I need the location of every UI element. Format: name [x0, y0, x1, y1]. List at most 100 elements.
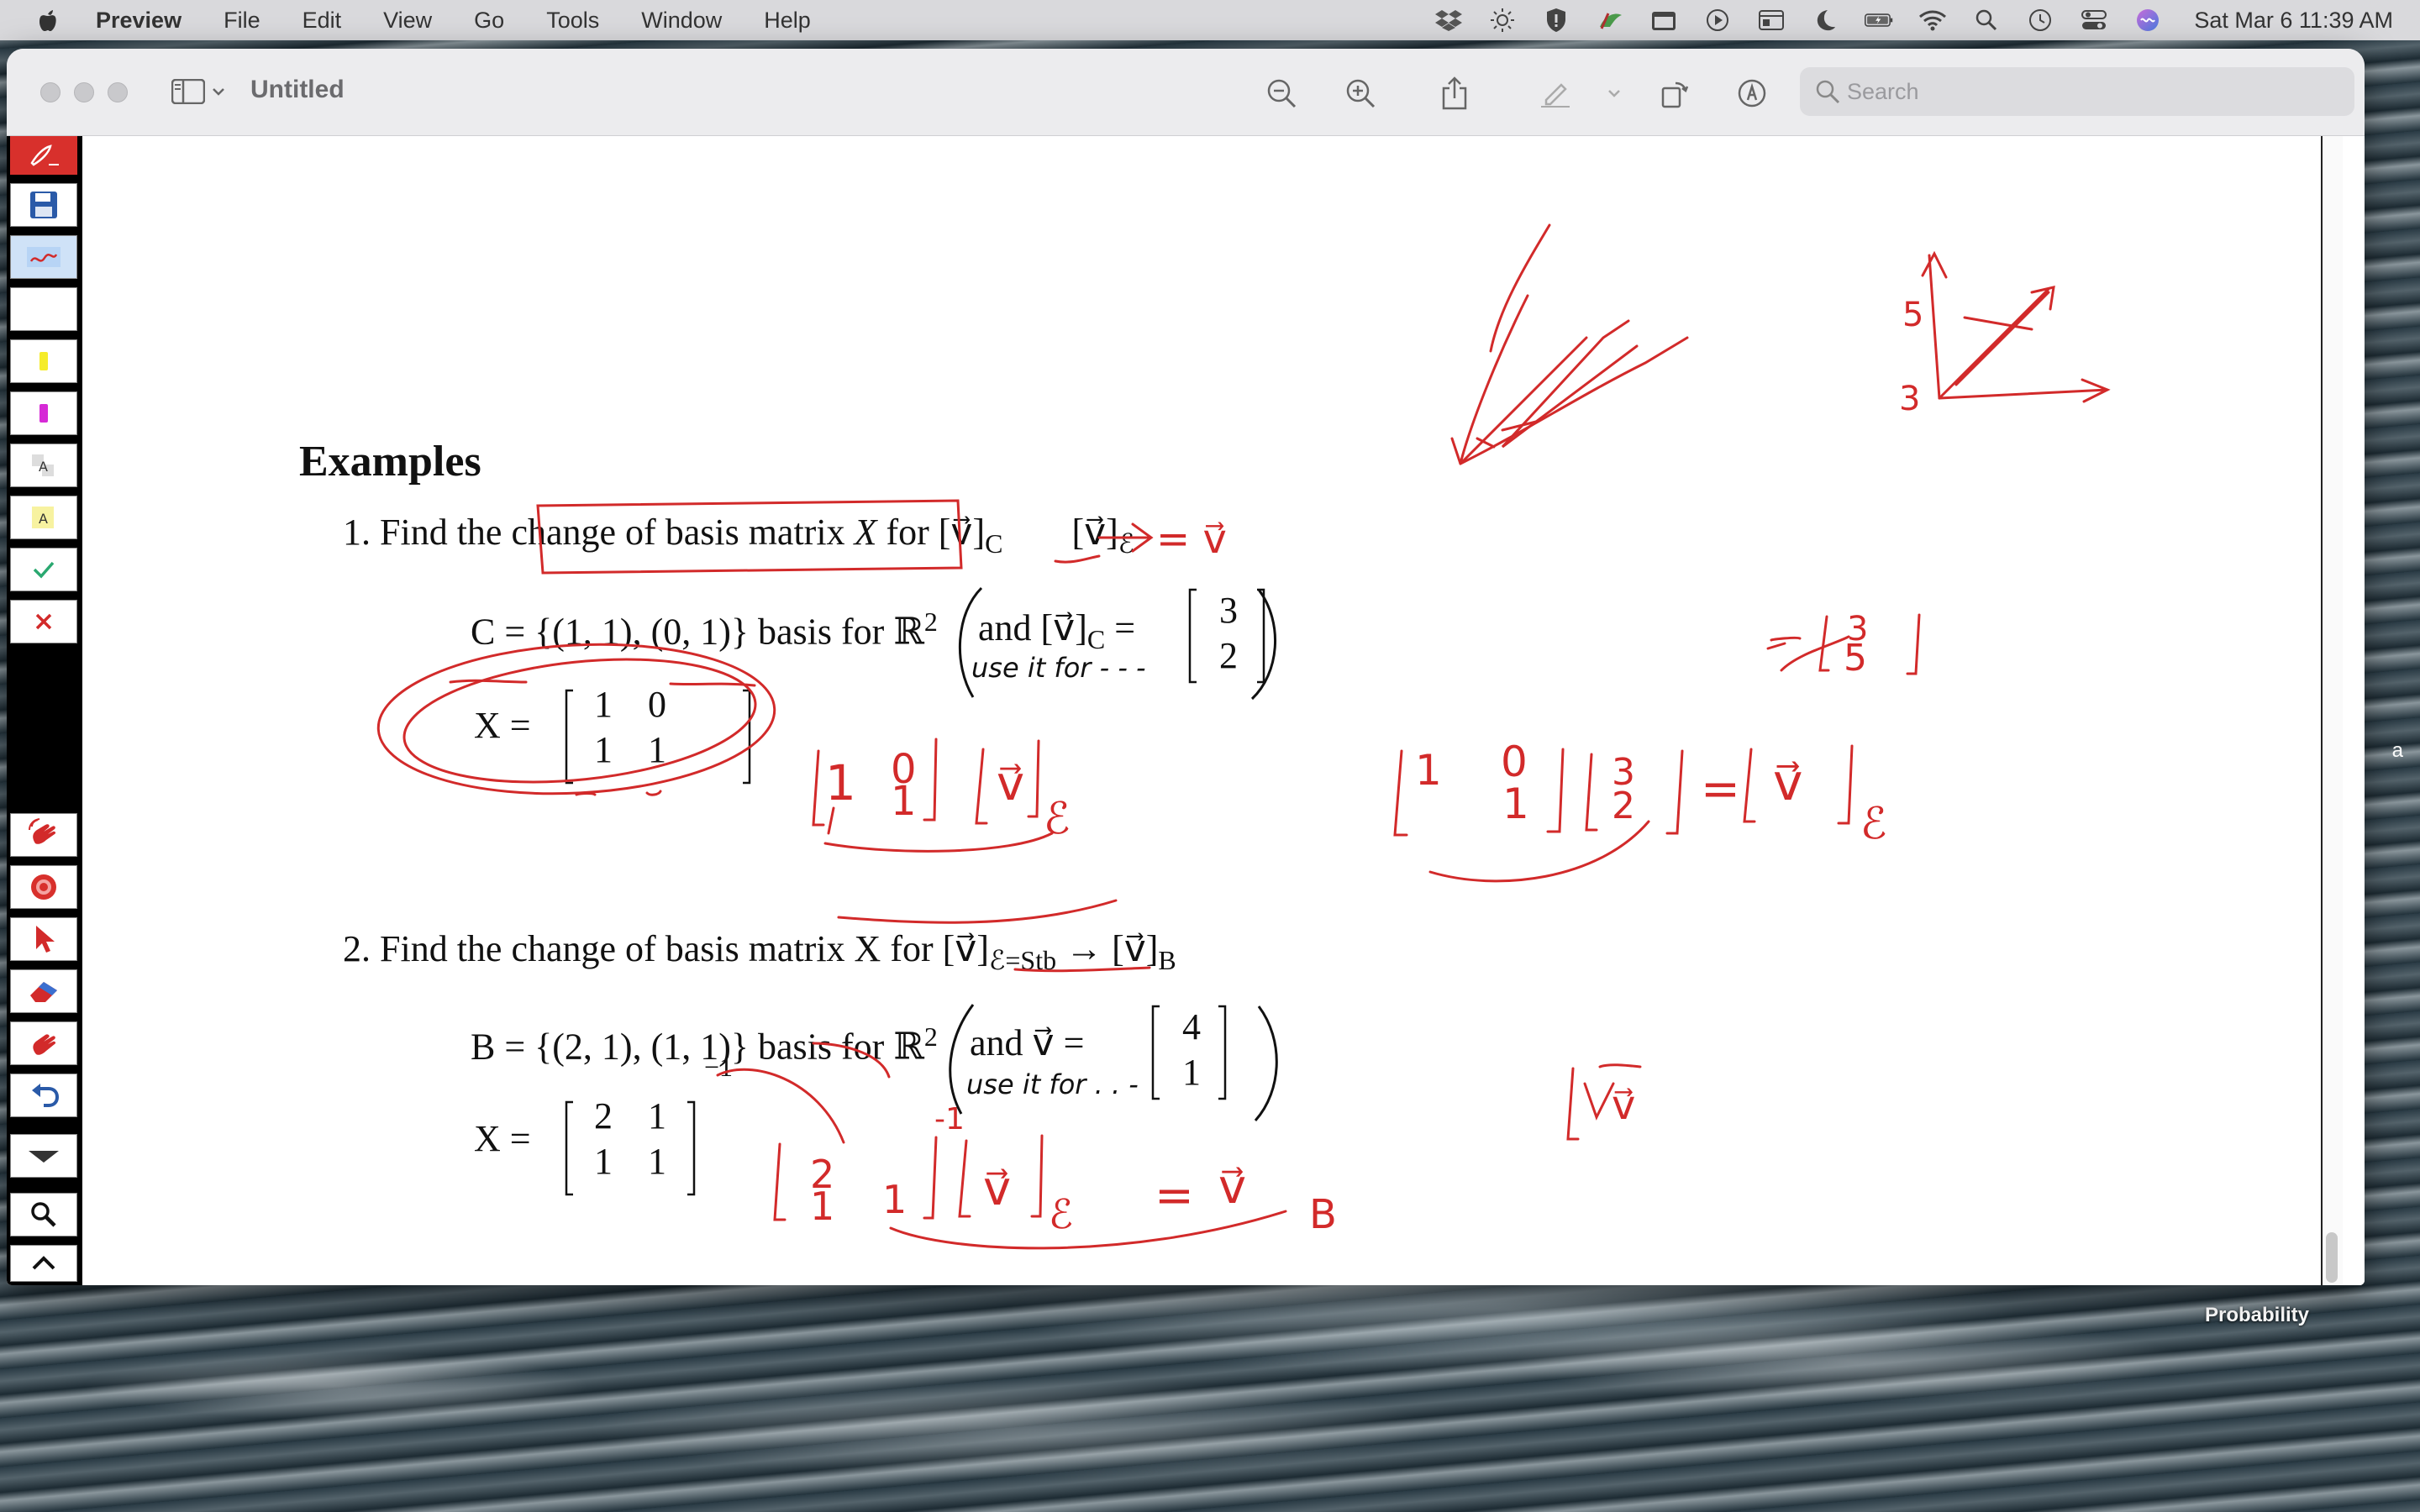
- hw-col-top: 3: [1847, 610, 1868, 648]
- svg-text:A: A: [39, 511, 48, 527]
- hw-v: v⃗: [997, 757, 1024, 811]
- problem-1-text: Find the: [380, 512, 502, 553]
- hand-icon[interactable]: [10, 1021, 77, 1065]
- zoom-in-icon[interactable]: [1341, 74, 1380, 113]
- problem-1-matrix: 10 11: [576, 682, 684, 773]
- minimize-window-button[interactable]: [74, 82, 94, 102]
- hw-matrix-entry: 2: [810, 1152, 834, 1197]
- moon-icon[interactable]: [1811, 8, 1839, 32]
- yellow-highlighter-icon[interactable]: [10, 339, 77, 383]
- menubar-clock[interactable]: Sat Mar 6 11:39 AM: [2194, 8, 2393, 34]
- app-status-icon[interactable]: [1596, 8, 1624, 32]
- magenta-highlighter-icon[interactable]: [10, 391, 77, 435]
- hw-matrix-entry: 1: [825, 754, 856, 811]
- shield-icon[interactable]: [1542, 8, 1570, 32]
- menu-edit[interactable]: Edit: [302, 8, 342, 34]
- status-area: Sat Mar 6 11:39 AM: [1434, 0, 2393, 40]
- hw-inverse: -1: [934, 1102, 965, 1137]
- magnifier-icon[interactable]: [10, 1193, 77, 1236]
- window-titlebar: Untitled: [7, 49, 2365, 136]
- checkmark-icon[interactable]: [10, 548, 77, 591]
- desktop-folder-label[interactable]: Probability: [2205, 1304, 2309, 1327]
- hw-sub-b: B: [1309, 1191, 1337, 1238]
- play-icon[interactable]: [1703, 8, 1732, 32]
- spotlight-search-icon[interactable]: [1972, 8, 2001, 32]
- dropbox-icon[interactable]: [1434, 8, 1463, 32]
- battery-icon[interactable]: [1865, 8, 1893, 32]
- problem-1-basis-text: C = {(1, 1), (0, 1)} basis for ℝ: [471, 611, 924, 653]
- matrix-entry: 0: [648, 684, 666, 725]
- zoom-window-button[interactable]: [108, 82, 128, 102]
- problem-1-vector-entry: 2: [1219, 635, 1238, 676]
- eraser-icon[interactable]: [10, 969, 77, 1013]
- problem-2-number: 2.: [343, 928, 371, 969]
- cursor-pointer-icon[interactable]: [10, 917, 77, 961]
- problem-2-vector-entry: 4: [1182, 1006, 1201, 1047]
- apple-menu-icon[interactable]: [34, 6, 62, 34]
- hand-wave-icon[interactable]: [10, 813, 77, 857]
- problem-1-basis: C = {(1, 1), (0, 1)} basis for ℝ2: [471, 606, 938, 654]
- matrix-entry: 1: [594, 729, 613, 770]
- freehand-pen-icon[interactable]: [10, 235, 77, 279]
- cross-mark-icon[interactable]: [10, 600, 77, 643]
- control-center-icon[interactable]: [2080, 8, 2108, 32]
- preview-window: Untitled Search A A Examples 1. Find the…: [7, 49, 2365, 1285]
- zoom-out-icon[interactable]: [1262, 74, 1301, 113]
- hw-matrix-entry: 0: [1501, 738, 1528, 786]
- rotate-icon[interactable]: [1655, 74, 1694, 113]
- hw-axis-tick-5: 5: [1902, 296, 1923, 334]
- problem-2-to-subscript: B: [1158, 944, 1176, 975]
- pen-tool-icon[interactable]: [10, 136, 77, 175]
- menu-help[interactable]: Help: [764, 8, 811, 34]
- sidebar-icon: [171, 79, 205, 104]
- problem-1-given-subscript: C: [1086, 623, 1106, 654]
- matrix-entry: 1: [594, 1141, 613, 1182]
- menu-tools[interactable]: Tools: [546, 8, 599, 34]
- problem-1: 1. Find the change of basis matrix X for…: [343, 511, 1134, 559]
- hw-note-2: use it for . . -: [966, 1068, 1139, 1100]
- share-icon[interactable]: [1435, 74, 1474, 113]
- collapse-down-icon[interactable]: [10, 1134, 77, 1178]
- scrollbar-thumb[interactable]: [2326, 1232, 2338, 1283]
- menu-bar: Preview File Edit View Go Tools Window H…: [0, 0, 2420, 40]
- desktop-edge-text: a: [2391, 739, 2403, 762]
- sidebar-toggle-button[interactable]: [171, 79, 225, 104]
- hw-col-bottom: 5: [1844, 637, 1867, 680]
- matrix-entry: 1: [648, 729, 666, 770]
- document-page: Examples 1. Find the change of basis mat…: [82, 136, 2343, 1285]
- hw-sub-e: ℰ: [1049, 1191, 1073, 1238]
- markup-icon[interactable]: [1733, 74, 1771, 113]
- problem-1-boxed-phrase: change of basis matrix: [511, 512, 845, 553]
- menu-app-preview[interactable]: Preview: [96, 8, 182, 34]
- wifi-icon[interactable]: [1918, 8, 1947, 32]
- hw-matrix-entry: 1: [810, 1184, 834, 1229]
- calendar-icon[interactable]: [1649, 8, 1678, 32]
- problem-2-from-subscript: ℰ=Stb: [988, 944, 1057, 975]
- menu-file[interactable]: File: [224, 8, 260, 34]
- hw-matrix-entry: 0: [891, 746, 917, 793]
- text-box-icon[interactable]: A: [10, 444, 77, 487]
- time-machine-icon[interactable]: [2026, 8, 2054, 32]
- blank-tool-slot[interactable]: [10, 287, 77, 331]
- highlight-options-chevron-icon[interactable]: [1595, 74, 1634, 113]
- record-icon[interactable]: [10, 865, 77, 909]
- hw-note-1: use it for - - -: [971, 652, 1146, 684]
- window-icon[interactable]: [1757, 8, 1786, 32]
- menu-go[interactable]: Go: [474, 8, 504, 34]
- problem-1-vector: 3 2: [1212, 588, 1245, 679]
- vertical-scrollbar[interactable]: [2321, 136, 2343, 1285]
- problem-1-for: for: [886, 512, 929, 553]
- menu-window[interactable]: Window: [641, 8, 722, 34]
- highlight-text-icon[interactable]: A: [10, 496, 77, 539]
- undo-icon[interactable]: [10, 1074, 77, 1117]
- brightness-icon[interactable]: [1488, 8, 1517, 32]
- highlight-pen-icon[interactable]: [1536, 74, 1575, 113]
- search-input[interactable]: [1847, 78, 2317, 105]
- menu-view[interactable]: View: [383, 8, 432, 34]
- search-field[interactable]: [1800, 67, 2354, 116]
- chevron-up-icon[interactable]: [10, 1245, 77, 1282]
- close-window-button[interactable]: [40, 82, 60, 102]
- siri-icon[interactable]: [2133, 8, 2162, 32]
- content-area: A A Examples 1. Find the change of basis…: [7, 136, 2365, 1285]
- save-icon[interactable]: [10, 183, 77, 227]
